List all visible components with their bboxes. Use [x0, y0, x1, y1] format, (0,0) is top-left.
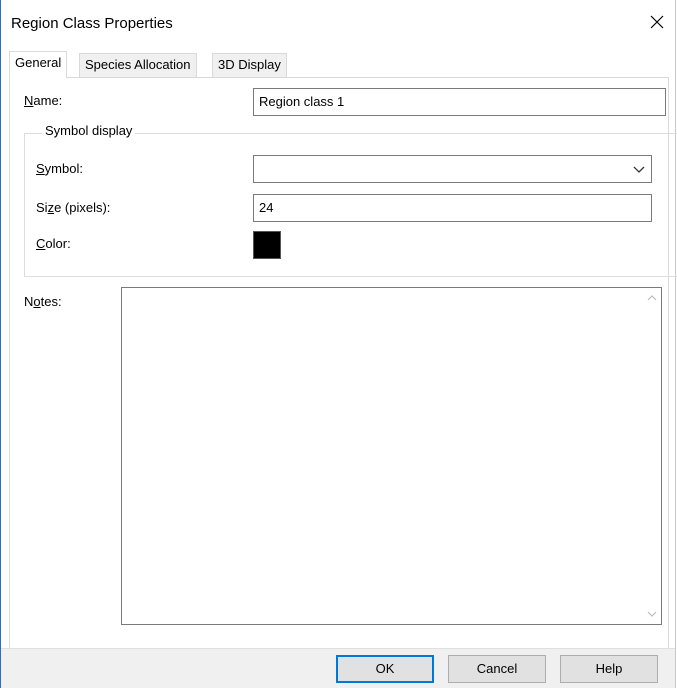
- notes-label: Notes:: [24, 294, 62, 309]
- notes-label-post: tes:: [40, 294, 62, 309]
- notes-label-accesskey: o: [33, 294, 41, 309]
- button-bar: OK Cancel Help: [1, 648, 675, 688]
- tab-general[interactable]: General: [9, 51, 68, 78]
- title-bar[interactable]: Region Class Properties: [1, 0, 675, 46]
- help-button-label: Help: [595, 661, 623, 676]
- ok-button[interactable]: OK: [336, 655, 434, 683]
- chevron-down-icon: [633, 166, 645, 173]
- tab-general-label: General: [15, 55, 62, 70]
- symbol-label-text: ymbol:: [44, 161, 83, 176]
- name-input-value: Region class 1: [259, 94, 345, 109]
- name-label-accesskey: N: [24, 93, 34, 108]
- dialog-window: Region Class Properties General Species …: [0, 0, 677, 688]
- help-button[interactable]: Help: [560, 655, 658, 683]
- color-label: Color:: [36, 236, 71, 251]
- tab-species-allocation[interactable]: Species Allocation: [79, 53, 197, 77]
- tab-3d-display-label: 3D Display: [218, 57, 281, 72]
- notes-label-pre: N: [24, 294, 34, 309]
- notes-scrollbar[interactable]: [644, 288, 661, 624]
- color-swatch-button[interactable]: [253, 231, 281, 259]
- ok-button-label: OK: [375, 661, 395, 676]
- symbol-select[interactable]: [253, 155, 652, 183]
- size-label-pre: Si: [36, 200, 48, 215]
- size-input-value: 24: [259, 200, 274, 215]
- notes-textarea[interactable]: [121, 287, 662, 625]
- dialog-title: Region Class Properties: [11, 15, 173, 32]
- close-icon: [650, 15, 664, 29]
- general-tab-panel: Name: Region class 1 Symbol display Symb…: [9, 77, 677, 649]
- size-input[interactable]: 24: [253, 194, 652, 222]
- name-input[interactable]: Region class 1: [253, 88, 666, 116]
- cancel-button-label: Cancel: [476, 661, 518, 676]
- close-button[interactable]: [643, 8, 671, 36]
- scroll-up-arrow-icon[interactable]: [647, 294, 657, 302]
- name-label-text: ame:: [33, 93, 63, 108]
- tab-species-allocation-label: Species Allocation: [85, 57, 191, 72]
- symbol-label: Symbol:: [36, 161, 83, 176]
- size-label-post: e (pixels):: [54, 200, 111, 215]
- tab-3d-display[interactable]: 3D Display: [212, 53, 287, 77]
- color-label-accesskey: C: [36, 236, 46, 251]
- scroll-down-arrow-icon[interactable]: [647, 610, 657, 618]
- name-label: Name:: [24, 93, 62, 108]
- cancel-button[interactable]: Cancel: [448, 655, 546, 683]
- size-label: Size (pixels):: [36, 200, 110, 215]
- color-label-text: olor:: [45, 236, 71, 251]
- symbol-display-legend: Symbol display: [42, 123, 136, 138]
- symbol-label-accesskey: S: [36, 161, 45, 176]
